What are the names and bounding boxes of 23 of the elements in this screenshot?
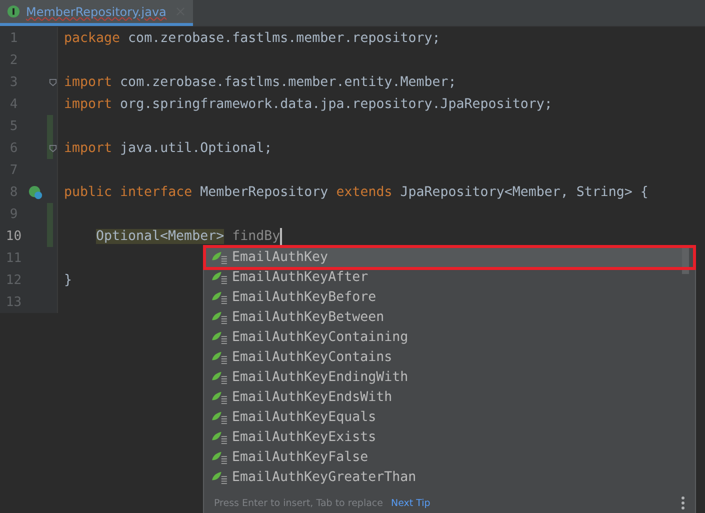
code-line: import java.util.Optional; xyxy=(63,140,272,156)
line-number: 10 xyxy=(4,228,23,244)
completion-item[interactable]: EmailAuthKeyEndsWith xyxy=(204,387,683,407)
completion-item[interactable]: EmailAuthKeyExists xyxy=(204,427,683,447)
code-line: import com.zerobase.fastlms.member.entity.Member; xyxy=(63,74,456,90)
completion-item[interactable]: EmailAuthKeyEquals xyxy=(204,407,683,427)
completion-item[interactable]: EmailAuthKeyEndingWith xyxy=(204,367,683,387)
completion-item[interactable]: EmailAuthKeyBetween xyxy=(204,307,683,327)
code-line: Optional<Member> findBy xyxy=(95,228,282,244)
completion-item[interactable]: EmailAuthKeyContains xyxy=(204,347,683,367)
completion-item[interactable]: EmailAuthKeyAfter xyxy=(204,267,683,287)
completion-item[interactable]: EmailAuthKeyFalse xyxy=(204,447,683,467)
completion-item[interactable]: EmailAuthKey xyxy=(204,247,683,267)
footer-hint: Press Enter to insert, Tab to replace xyxy=(214,498,383,508)
code-line: public interface MemberRepository extends JpaRepository<Member, String> { xyxy=(63,184,648,200)
next-tip-link[interactable]: Next Tip xyxy=(390,498,430,508)
code-line: package com.zerobase.fastlms.member.repository; xyxy=(63,30,440,46)
completion-item[interactable]: EmailAuthKeyContaining xyxy=(204,327,683,347)
file-tab[interactable]: MemberRepository.java xyxy=(0,0,194,26)
code-line: import org.springframework.data.jpa.repository.JpaRepository; xyxy=(63,96,552,112)
code-line: } xyxy=(63,272,72,288)
completion-item[interactable]: EmailAuthKeyBefore xyxy=(204,287,683,307)
completion-item[interactable]: EmailAuthKeyGreaterThan xyxy=(204,467,683,487)
